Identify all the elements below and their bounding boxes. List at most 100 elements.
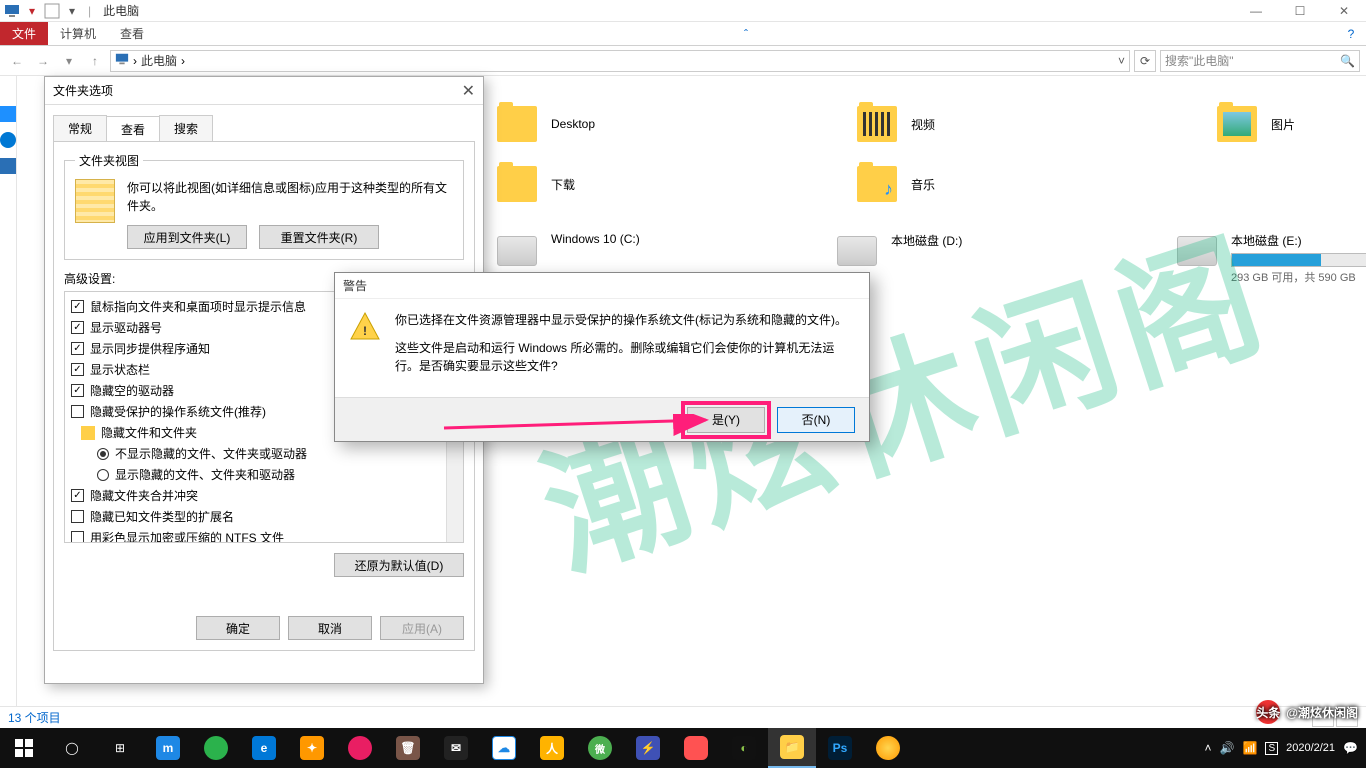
up-button[interactable]: ↑	[84, 50, 106, 72]
radio-icon[interactable]	[97, 448, 109, 460]
start-button[interactable]	[0, 728, 48, 768]
history-dropdown[interactable]: ▾	[58, 50, 80, 72]
folder-downloads[interactable]: 下载	[497, 166, 717, 202]
adv-setting-row[interactable]: 用彩色显示加密或压缩的 NTFS 文件	[67, 527, 461, 543]
qat-checkbox-icon[interactable]	[44, 3, 60, 19]
cancel-button[interactable]: 取消	[288, 616, 372, 640]
radio-icon[interactable]	[97, 469, 109, 481]
adv-setting-row[interactable]: 不显示隐藏的文件、文件夹或驱动器	[67, 443, 461, 464]
address-bar[interactable]: › 此电脑 › ˅	[110, 50, 1130, 72]
taskbar-app[interactable]: ✉	[432, 728, 480, 768]
drive-d[interactable]: 本地磁盘 (D:)	[837, 232, 1077, 285]
adv-setting-row[interactable]: 显示隐藏的文件、文件夹和驱动器	[67, 464, 461, 485]
apply-button[interactable]: 应用(A)	[380, 616, 464, 640]
taskbar-app[interactable]	[336, 728, 384, 768]
folder-pictures[interactable]: 图片	[1217, 106, 1366, 142]
taskbar-app[interactable]: ◐	[720, 728, 768, 768]
taskbar-app[interactable]: ✦	[288, 728, 336, 768]
warning-line1: 你已选择在文件资源管理器中显示受保护的操作系统文件(标记为系统和隐藏的文件)。	[395, 311, 855, 329]
folder-icon	[497, 166, 537, 202]
checkbox-icon[interactable]: ✓	[71, 342, 84, 355]
warning-icon: !	[349, 311, 381, 343]
reset-folders-button[interactable]: 重置文件夹(R)	[259, 225, 379, 249]
taskbar-app[interactable]	[672, 728, 720, 768]
ribbon: 文件 计算机 查看 ˆ ?	[0, 22, 1366, 46]
folder-label: 视频	[911, 116, 935, 133]
svg-text:!: !	[363, 324, 367, 338]
folder-music[interactable]: ♪ 音乐	[857, 166, 1077, 202]
search-icon[interactable]: 🔍	[1340, 54, 1355, 68]
taskbar-app[interactable]: ⚡	[624, 728, 672, 768]
qat-dropdown-icon[interactable]: ▾	[24, 3, 40, 19]
search-box[interactable]: 搜索"此电脑" 🔍	[1160, 50, 1360, 72]
restore-defaults-button[interactable]: 还原为默认值(D)	[334, 553, 464, 577]
checkbox-icon[interactable]: ✓	[71, 300, 84, 313]
thispc-icon[interactable]	[0, 158, 16, 174]
forward-button[interactable]: →	[32, 50, 54, 72]
taskbar-app[interactable]: 人	[528, 728, 576, 768]
onedrive-icon[interactable]	[0, 132, 16, 148]
checkbox-icon[interactable]: ✓	[71, 489, 84, 502]
address-dropdown-icon[interactable]: ˅	[1118, 54, 1125, 68]
tray-icon[interactable]: 🔊	[1220, 741, 1235, 755]
window-title: 此电脑	[103, 2, 139, 19]
quick-access-icon[interactable]	[0, 106, 16, 122]
cortana-button[interactable]: ◯	[48, 728, 96, 768]
system-tray[interactable]: ˄ 🔊 📶 S 2020/2/21 💬	[1197, 741, 1366, 755]
tab-view[interactable]: 查看	[106, 116, 160, 142]
tray-up-icon[interactable]: ˄	[1205, 741, 1212, 755]
adv-setting-row[interactable]: ✓隐藏文件夹合并冲突	[67, 485, 461, 506]
ok-button[interactable]: 确定	[196, 616, 280, 640]
drive-label: 本地磁盘 (D:)	[891, 232, 962, 249]
tab-search[interactable]: 搜索	[159, 115, 213, 141]
taskbar-app[interactable]: ☁	[480, 728, 528, 768]
taskview-button[interactable]: ⊞	[96, 728, 144, 768]
yes-button[interactable]: 是(Y)	[687, 407, 765, 433]
folder-desktop[interactable]: Desktop	[497, 106, 717, 142]
taskbar-app[interactable]	[192, 728, 240, 768]
minimize-button[interactable]: ―	[1234, 0, 1278, 22]
chevron-icon[interactable]: ›	[181, 54, 185, 68]
help-icon[interactable]: ?	[1336, 22, 1366, 45]
folder-icon	[1217, 106, 1257, 142]
taskbar-app[interactable]: Ps	[816, 728, 864, 768]
source-caption: 头条 @潮炫休闲阁	[1256, 700, 1358, 724]
taskbar-app[interactable]	[864, 728, 912, 768]
breadcrumb-thispc[interactable]: 此电脑	[141, 52, 177, 69]
taskbar-app[interactable]: e	[240, 728, 288, 768]
taskbar-app[interactable]: 微	[576, 728, 624, 768]
taskbar-explorer[interactable]: 📁	[768, 728, 816, 768]
back-button[interactable]: ←	[6, 50, 28, 72]
toutiao-icon: 头条	[1256, 700, 1280, 724]
maximize-button[interactable]: ☐	[1278, 0, 1322, 22]
refresh-button[interactable]: ⟳	[1134, 50, 1156, 72]
close-button[interactable]: ✕	[1322, 0, 1366, 22]
taskbar-app[interactable]: m	[144, 728, 192, 768]
tray-icon[interactable]: 📶	[1242, 741, 1257, 755]
no-button[interactable]: 否(N)	[777, 407, 855, 433]
qat-dropdown2-icon[interactable]: ▾	[64, 3, 80, 19]
adv-setting-label: 鼠标指向文件夹和桌面项时显示提示信息	[90, 298, 306, 315]
checkbox-icon[interactable]: ✓	[71, 384, 84, 397]
adv-setting-row[interactable]: 隐藏已知文件类型的扩展名	[67, 506, 461, 527]
clock[interactable]: 2020/2/21	[1286, 742, 1335, 754]
checkbox-icon[interactable]: ✓	[71, 321, 84, 334]
tray-ime-icon[interactable]: S	[1265, 742, 1278, 755]
ribbon-expand-icon[interactable]: ˆ	[726, 22, 766, 45]
tab-file[interactable]: 文件	[0, 22, 48, 45]
checkbox-icon[interactable]	[71, 405, 84, 418]
checkbox-icon[interactable]: ✓	[71, 363, 84, 376]
taskbar-app[interactable]: 🗑	[384, 728, 432, 768]
apply-to-folders-button[interactable]: 应用到文件夹(L)	[127, 225, 247, 249]
tab-computer[interactable]: 计算机	[48, 22, 108, 45]
checkbox-icon[interactable]	[71, 531, 84, 543]
folder-videos[interactable]: 视频	[857, 106, 1077, 142]
tab-general[interactable]: 常规	[53, 115, 107, 141]
notification-icon[interactable]: 💬	[1343, 741, 1358, 755]
drive-e[interactable]: 本地磁盘 (E:) 293 GB 可用，共 590 GB	[1177, 232, 1366, 285]
chevron-icon[interactable]: ›	[133, 54, 137, 68]
dialog-close-button[interactable]: ✕	[462, 81, 475, 101]
folder-icon	[81, 426, 95, 440]
checkbox-icon[interactable]	[71, 510, 84, 523]
tab-view[interactable]: 查看	[108, 22, 156, 45]
